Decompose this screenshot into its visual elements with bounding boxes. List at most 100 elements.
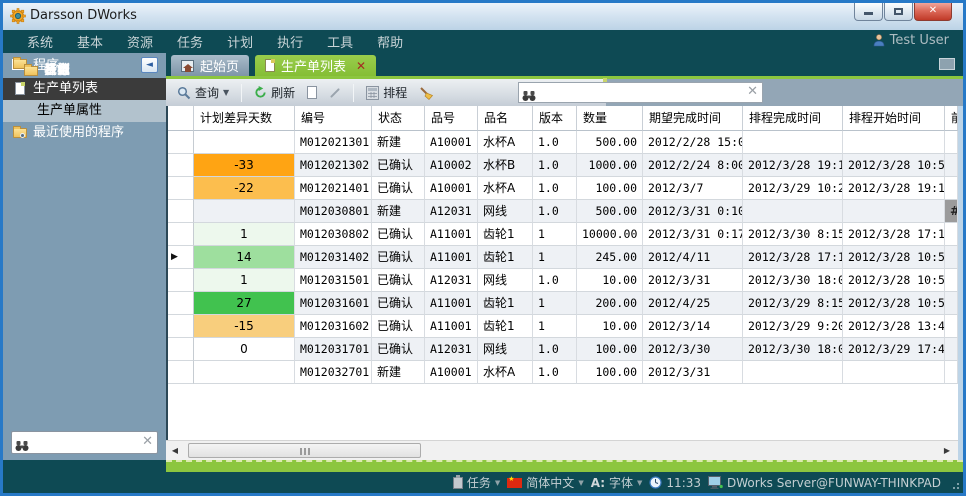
cell-extra[interactable] [945,292,958,315]
cell-order-no[interactable]: M012032701 [295,361,372,384]
cell-item-no[interactable]: A11001 [425,292,478,315]
cell-indicator[interactable] [168,292,194,315]
cell-extra[interactable] [945,223,958,246]
cell-qty[interactable]: 10000.00 [577,223,643,246]
cell-diff[interactable]: -15 [194,315,295,338]
cell-qty[interactable]: 1000.00 [577,154,643,177]
cell-extra[interactable]: # [945,200,958,223]
cell-indicator[interactable]: ▶ [168,246,194,269]
cell-sched-finish[interactable] [743,361,843,384]
scrollbar-thumb[interactable] [188,443,421,458]
cell-status[interactable]: 已确认 [372,223,425,246]
cell-indicator[interactable] [168,338,194,361]
cell-item-no[interactable]: A10001 [425,361,478,384]
cell-sched-finish[interactable]: 2012/3/28 19:10 [743,154,843,177]
menu-item-6[interactable]: 执行 [265,36,315,51]
cell-item-name[interactable]: 齿轮1 [478,315,533,338]
status-language-menu[interactable]: 简体中文 ▼ [507,474,583,491]
cell-sched-finish[interactable] [743,131,843,154]
cell-item-name[interactable]: 网线 [478,200,533,223]
cell-version[interactable]: 1.0 [533,131,577,154]
minimize-button[interactable] [854,3,883,21]
cell-status[interactable]: 已确认 [372,154,425,177]
table-row[interactable]: 1M012030802已确认A11001齿轮1110000.002012/3/3… [168,223,958,246]
cell-item-no[interactable]: A12031 [425,338,478,361]
sidebar-search-clear-icon[interactable]: ✕ [142,434,153,449]
cell-item-name[interactable]: 齿轮1 [478,223,533,246]
cell-sched-finish[interactable]: 2012/3/28 17:13 [743,246,843,269]
col-header-item-name[interactable]: 品名 [478,106,533,131]
cell-qty[interactable]: 100.00 [577,361,643,384]
table-row[interactable]: 27M012031601已确认A11001齿轮11200.002012/4/25… [168,292,958,315]
col-header-item-no[interactable]: 品号 [425,106,478,131]
cell-diff[interactable]: 14 [194,246,295,269]
cell-sched-start[interactable] [843,200,945,223]
table-row[interactable]: -15M012031602已确认A11001齿轮1110.002012/3/14… [168,315,958,338]
menu-item-5[interactable]: 计划 [215,36,265,51]
cell-qty[interactable]: 100.00 [577,177,643,200]
cell-extra[interactable] [945,131,958,154]
table-row[interactable]: 0M012031701已确认A12031网线1.0100.002012/3/30… [168,338,958,361]
cell-extra[interactable] [945,338,958,361]
cell-expected[interactable]: 2012/4/25 [643,292,743,315]
col-header-qty[interactable]: 数量 [577,106,643,131]
status-font-menu[interactable]: A: 字体 ▼ [591,474,643,491]
cell-diff[interactable] [194,361,295,384]
cell-diff[interactable] [194,131,295,154]
cell-extra[interactable] [945,246,958,269]
table-row[interactable]: -22M012021401已确认A10001水杯A1.0100.002012/3… [168,177,958,200]
cell-sched-start[interactable] [843,131,945,154]
cell-expected[interactable]: 2012/3/31 [643,269,743,292]
cell-status[interactable]: 已确认 [372,315,425,338]
cell-version[interactable]: 1.0 [533,200,577,223]
sidebar-item[interactable]: 最近使用的程序 [3,122,166,144]
cell-status[interactable]: 新建 [372,200,425,223]
cell-version[interactable]: 1.0 [533,269,577,292]
tab-start-page[interactable]: 起始页 [171,55,249,76]
table-row[interactable]: -33M012021302已确认A10002水杯B1.01000.002012/… [168,154,958,177]
cell-version[interactable]: 1 [533,292,577,315]
close-button[interactable]: ✕ [914,3,952,21]
cell-extra[interactable] [945,154,958,177]
status-task-menu[interactable]: 任务 ▼ [453,474,500,491]
col-header-expected[interactable]: 期望完成时间 [643,106,743,131]
cell-item-name[interactable]: 齿轮1 [478,246,533,269]
cell-indicator[interactable] [168,361,194,384]
cell-status[interactable]: 已确认 [372,177,425,200]
cell-diff[interactable]: 27 [194,292,295,315]
col-header-extra[interactable]: 前 [945,106,958,131]
cell-order-no[interactable]: M012021401 [295,177,372,200]
menu-item-8[interactable]: 帮助 [365,36,415,51]
cell-order-no[interactable]: M012030802 [295,223,372,246]
col-header-order-no[interactable]: 编号 [295,106,372,131]
cell-sched-finish[interactable]: 2012/3/30 18:00 [743,338,843,361]
cell-item-no[interactable]: A10001 [425,131,478,154]
cell-version[interactable]: 1.0 [533,154,577,177]
toolbar-search-input[interactable] [539,84,742,100]
toolbar-search-clear-icon[interactable]: ✕ [747,84,758,99]
cell-extra[interactable] [945,361,958,384]
table-row[interactable]: M012032701新建A10001水杯A1.0100.002012/3/31 [168,361,958,384]
cell-indicator[interactable] [168,177,194,200]
horizontal-scrollbar[interactable]: ◀ ▶ [166,440,958,460]
cell-indicator[interactable] [168,269,194,292]
cell-order-no[interactable]: M012021301 [295,131,372,154]
cell-item-name[interactable]: 网线 [478,338,533,361]
cell-diff[interactable]: -22 [194,177,295,200]
cell-item-name[interactable]: 齿轮1 [478,292,533,315]
cell-item-no[interactable]: A11001 [425,223,478,246]
cell-diff[interactable] [194,200,295,223]
cell-sched-start[interactable]: 2012/3/28 10:52 [843,154,945,177]
cell-item-no[interactable]: A10002 [425,154,478,177]
cell-item-name[interactable]: 水杯A [478,131,533,154]
edit-button[interactable] [326,90,344,96]
cell-item-no[interactable]: A12031 [425,269,478,292]
cell-item-name[interactable]: 水杯A [478,361,533,384]
cell-qty[interactable]: 500.00 [577,200,643,223]
cell-status[interactable]: 已确认 [372,269,425,292]
tab-close-icon[interactable]: ✕ [356,59,366,73]
cell-expected[interactable]: 2012/3/7 [643,177,743,200]
table-row[interactable]: ▶14M012031402已确认A11001齿轮11245.002012/4/1… [168,246,958,269]
cell-sched-start[interactable]: 2012/3/28 13:40 [843,315,945,338]
cell-sched-finish[interactable]: 2012/3/29 8:15 [743,292,843,315]
